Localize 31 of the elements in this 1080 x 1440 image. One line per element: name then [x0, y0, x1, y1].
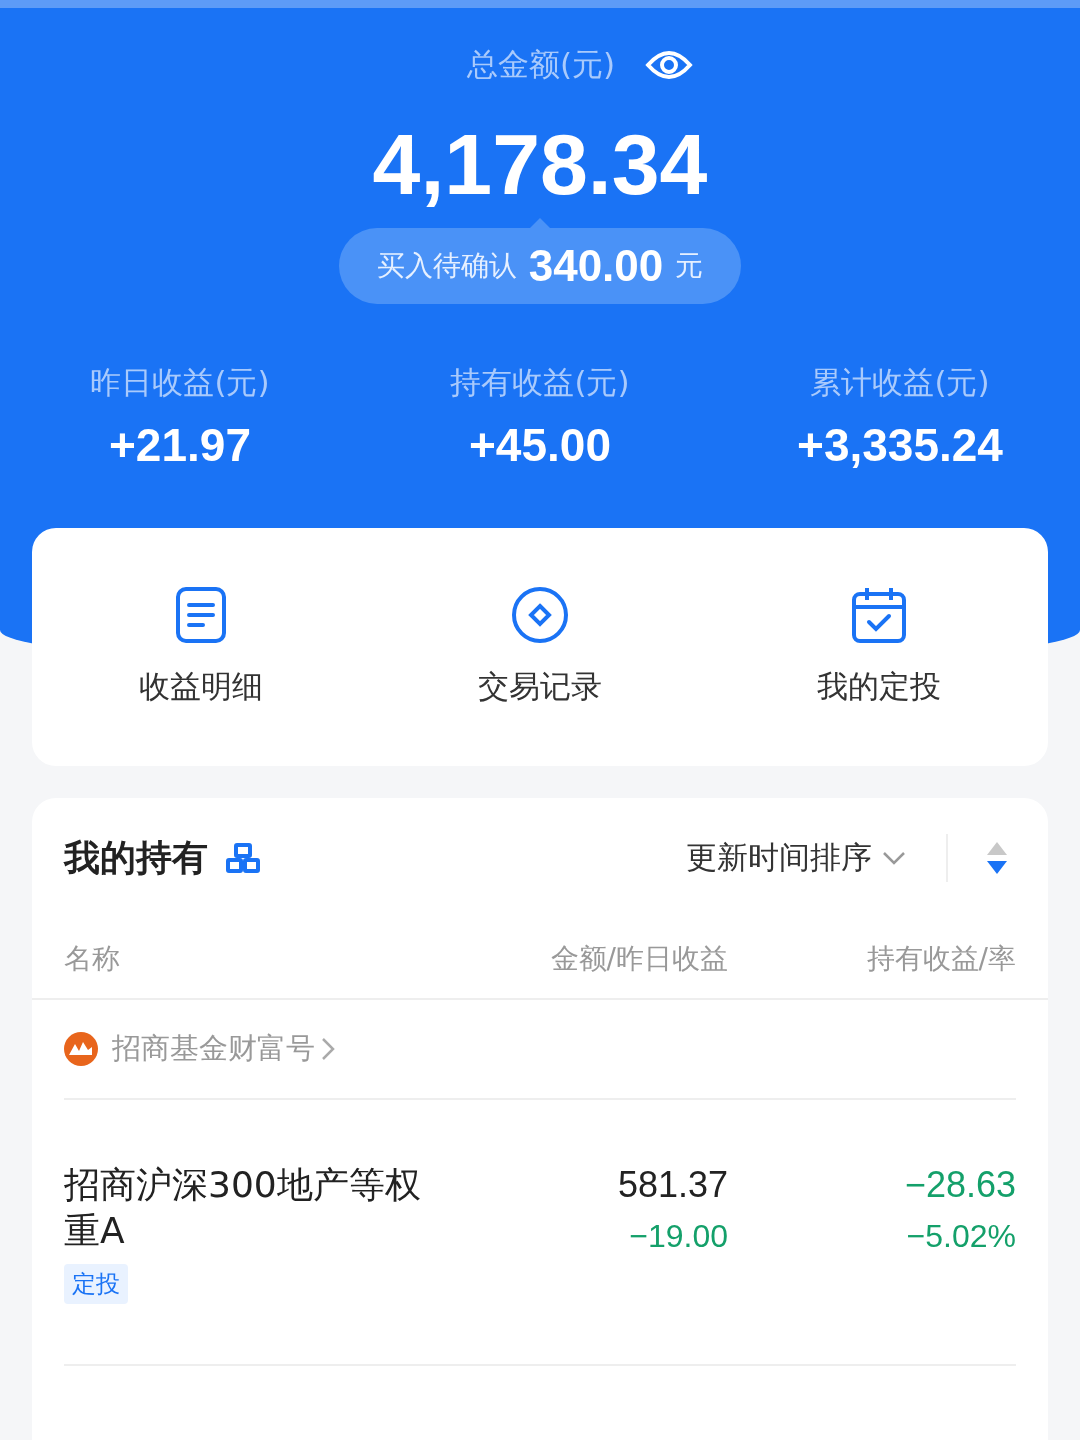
- stat-label: 累计收益(元): [809, 363, 991, 402]
- chevron-down-icon: [882, 851, 906, 865]
- column-header: 名称: [64, 941, 121, 977]
- sort-dropdown[interactable]: 更新时间排序: [686, 837, 906, 879]
- calendar-check-icon[interactable]: [850, 586, 907, 644]
- stat-value: +3,335.24: [796, 418, 1004, 472]
- section-title: 我的持有: [64, 835, 208, 880]
- total-label: 总金额(元): [466, 45, 616, 84]
- shortcut-label[interactable]: 交易记录: [478, 666, 602, 708]
- column-header: 金额/昨日收益: [549, 941, 728, 977]
- daily-gain-value: −19.00: [628, 1218, 728, 1255]
- amount-value: 581.37: [616, 1163, 728, 1207]
- diamond-circle-icon[interactable]: [511, 586, 569, 644]
- stat-label: 昨日收益(元): [89, 363, 271, 402]
- document-icon[interactable]: [175, 586, 228, 644]
- stat-value: +21.97: [108, 418, 252, 472]
- shortcut-label[interactable]: 我的定投: [816, 666, 941, 708]
- shortcut-label[interactable]: 收益明细: [139, 666, 264, 708]
- pending-badge: 买入待确认 340.00 元: [338, 228, 742, 304]
- stat-value: +45.00: [468, 418, 612, 472]
- column-header: 持有收益/率: [865, 941, 1016, 977]
- sort-order-icon[interactable]: [986, 841, 1008, 875]
- holding-gain-value: −28.63: [903, 1163, 1016, 1207]
- total-amount: 4,178.34: [371, 115, 709, 214]
- stat-label: 持有收益(元): [449, 363, 631, 402]
- chevron-right-icon: [321, 1037, 335, 1061]
- plan-tag: 定投: [64, 1264, 128, 1304]
- mountain-logo-icon: [64, 1032, 98, 1066]
- holding-rate-value: −5.02%: [905, 1218, 1016, 1255]
- layout-icon[interactable]: [226, 843, 260, 873]
- fund-name[interactable]: 招商沪深300地产等权重A: [64, 1162, 454, 1254]
